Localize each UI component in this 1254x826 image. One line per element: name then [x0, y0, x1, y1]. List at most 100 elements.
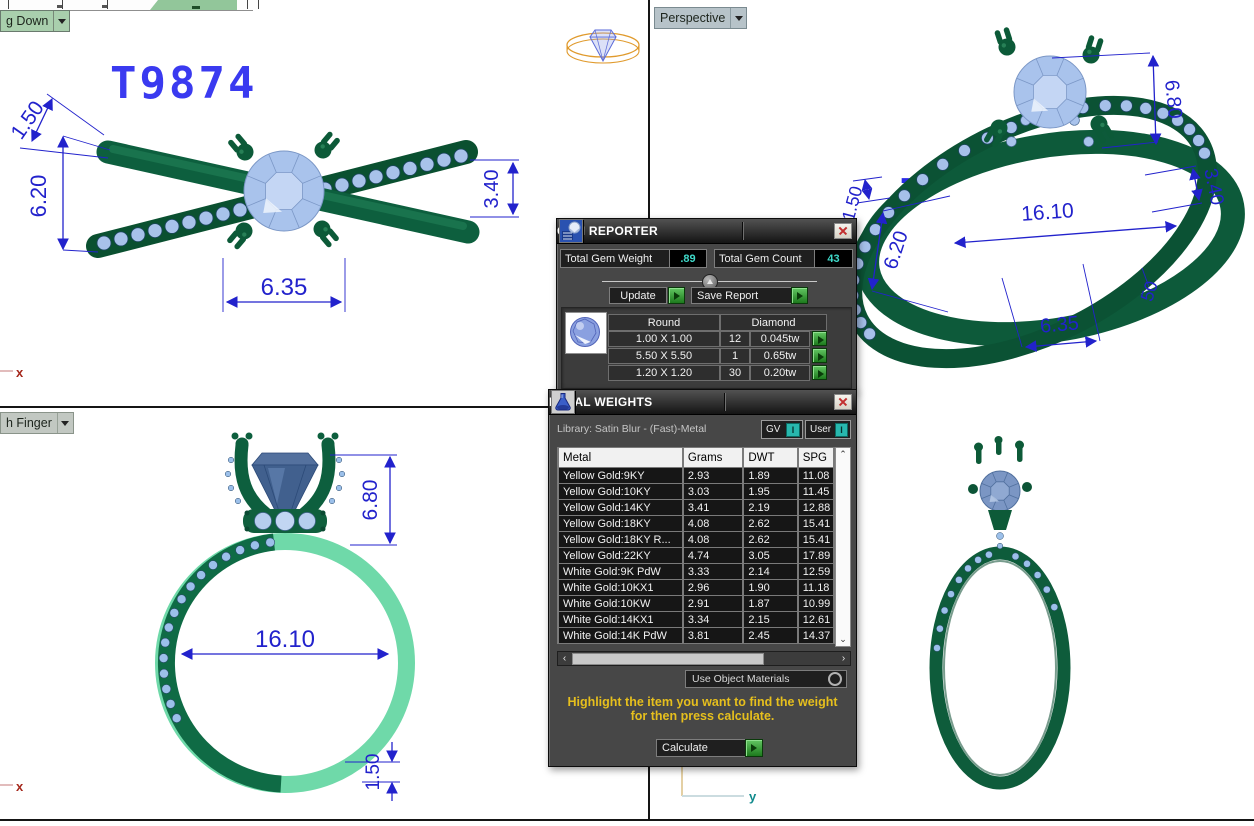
viewport-canvas-looking-down[interactable]: T9874 1.50 6.20 3.40 6.35: [0, 0, 648, 406]
metal-weights-table: Metal Grams DWT SPG Yellow Gold:9KY2.931…: [557, 447, 835, 644]
gem-reporter-titlebar[interactable]: GEM REPORTER: [557, 219, 856, 244]
scroll-up-icon[interactable]: ⌃: [836, 448, 850, 461]
col-grams: Grams: [684, 448, 742, 467]
table-row[interactable]: White Gold:10KW2.911.8710.99: [559, 596, 833, 611]
table-row[interactable]: White Gold:10KX12.961.9011.18: [559, 580, 833, 595]
x-axis-label: x: [16, 365, 24, 380]
gem-row-size[interactable]: 5.50 X 5.50: [608, 348, 720, 364]
table-row[interactable]: Yellow Gold:18KY4.082.6215.41: [559, 516, 833, 531]
gem-reporter-body: Total Gem Weight .89 Total Gem Count 43 …: [557, 244, 856, 392]
close-icon[interactable]: [834, 223, 852, 239]
total-gem-count-label: Total Gem Count: [714, 249, 818, 268]
gem-thumbnail[interactable]: [565, 312, 607, 354]
view-dropdown-perspective[interactable]: Perspective: [654, 7, 747, 29]
radio-icon[interactable]: [828, 672, 842, 686]
active-view-tab[interactable]: [150, 0, 237, 10]
dim-6-35: 6.35: [1039, 312, 1080, 337]
dim-6-80: 6.80: [1160, 79, 1186, 120]
dim-16-10: 16.10: [1021, 199, 1075, 226]
dim-6-35: 6.35: [261, 274, 308, 301]
save-report-button[interactable]: Save Report: [691, 287, 794, 304]
table-header-row: Metal Grams DWT SPG: [559, 448, 833, 467]
gv-indicator-icon: I: [786, 423, 800, 437]
y-axis-label: y: [749, 789, 757, 804]
table-row[interactable]: White Gold:9K PdW3.332.1412.59: [559, 564, 833, 579]
ring-side-view: [934, 436, 1065, 783]
gem-row-count[interactable]: 1: [720, 348, 750, 364]
center-stone: [1014, 56, 1086, 128]
total-gem-weight-label: Total Gem Weight: [560, 249, 673, 268]
x-axis-label: x: [16, 779, 24, 794]
col-dwt: DWT: [744, 448, 796, 467]
user-indicator-icon: I: [835, 423, 848, 437]
view-dropdown-label: g Down: [1, 14, 53, 28]
dim-6-20: 6.20: [26, 175, 51, 218]
update-go-button[interactable]: [668, 287, 685, 304]
dim-16-10: 16.10: [255, 626, 315, 653]
metal-weights-titlebar[interactable]: METAL WEIGHTS: [549, 390, 856, 415]
gem-row-go-button[interactable]: [812, 348, 827, 363]
chevron-down-icon[interactable]: [53, 11, 69, 31]
gv-button[interactable]: GVI: [761, 420, 803, 439]
table-horizontal-scrollbar[interactable]: ‹ ›: [557, 651, 851, 666]
dim-3-40: 3.40: [481, 170, 503, 209]
view-tab-strip[interactable]: [0, 0, 260, 10]
chevron-down-icon[interactable]: [730, 8, 746, 28]
window-bottom-border: [0, 819, 1254, 821]
library-label: Library: Satin Blur - (Fast)-Metal: [557, 423, 706, 435]
use-object-materials-button[interactable]: Use Object Materials: [685, 670, 847, 688]
table-vertical-scrollbar[interactable]: ⌃ ⌄: [835, 447, 851, 647]
gem-row-weight[interactable]: 0.045tw: [750, 331, 810, 347]
calculate-hint-text: Highlight the item you want to find the …: [549, 696, 856, 723]
ring-head: [225, 433, 345, 534]
scroll-right-icon[interactable]: ›: [837, 652, 850, 665]
view-dropdown-looking-down[interactable]: g Down: [0, 10, 70, 32]
user-button[interactable]: UserI: [805, 420, 851, 439]
gem-column-type-header: Diamond: [720, 314, 827, 331]
table-row[interactable]: Yellow Gold:22KY4.743.0517.89: [559, 548, 833, 563]
col-spg: SPG: [799, 448, 833, 467]
table-row[interactable]: Yellow Gold:9KY2.931.8911.08: [559, 468, 833, 483]
gem-row-count[interactable]: 30: [720, 365, 750, 381]
dim-1-50: 1.50: [363, 754, 384, 791]
view-dropdown-label: Perspective: [655, 11, 730, 25]
save-report-go-button[interactable]: [791, 287, 808, 304]
gem-row-weight[interactable]: 0.20tw: [750, 365, 810, 381]
chevron-down-icon[interactable]: [57, 413, 73, 433]
table-row[interactable]: White Gold:14KX13.342.1512.61: [559, 612, 833, 627]
total-gem-weight-value: .89: [669, 249, 707, 268]
calculate-button[interactable]: Calculate: [656, 739, 749, 757]
table-row[interactable]: Yellow Gold:14KY3.412.1912.88: [559, 500, 833, 515]
table-row[interactable]: Yellow Gold:10KY3.031.9511.45: [559, 484, 833, 499]
model-number-label: T9874: [110, 58, 257, 109]
application-window: T9874 1.50 6.20 3.40 6.35: [0, 0, 1254, 826]
view-dropdown-label: h Finger: [1, 416, 57, 430]
gem-row-go-button[interactable]: [812, 331, 827, 346]
gem-reporter-icon: [559, 219, 583, 243]
gem-column-shape-header: Round: [608, 314, 720, 331]
center-stone-crown: [252, 453, 318, 465]
gem-row-count[interactable]: 12: [720, 331, 750, 347]
view-dropdown-through-finger[interactable]: h Finger: [0, 412, 74, 434]
close-icon[interactable]: [834, 394, 852, 410]
calculate-go-button[interactable]: [745, 739, 763, 757]
wireframe-ring-icon: [567, 30, 639, 63]
metal-weights-body: Library: Satin Blur - (Fast)-Metal GVI U…: [549, 415, 856, 767]
update-button[interactable]: Update: [609, 287, 667, 304]
metal-weights-panel: METAL WEIGHTS Library: Satin Blur - (Fas…: [548, 389, 857, 767]
gem-row-size[interactable]: 1.20 X 1.20: [608, 365, 720, 381]
gem-row-size[interactable]: 1.00 X 1.00: [608, 331, 720, 347]
table-row[interactable]: White Gold:14K PdW3.812.4514.37: [559, 628, 833, 643]
gem-row-go-button[interactable]: [812, 365, 827, 380]
scroll-down-icon[interactable]: ⌄: [836, 633, 850, 646]
table-row[interactable]: Yellow Gold:18KY R...4.082.6215.41: [559, 532, 833, 547]
gem-table-inset: Round Diamond 1.00 X 1.00 12 0.045tw 5.5…: [561, 307, 852, 389]
ring-shank-dark: [166, 542, 281, 784]
center-stone: [244, 151, 324, 231]
total-gem-count-value: 43: [814, 249, 853, 268]
scrollbar-thumb[interactable]: [572, 653, 764, 665]
scroll-left-icon[interactable]: ‹: [558, 652, 571, 665]
gem-reporter-panel: GEM REPORTER Total Gem Weight .89 Total …: [556, 218, 857, 392]
gem-row-weight[interactable]: 0.65tw: [750, 348, 810, 364]
dim-6-80: 6.80: [359, 480, 382, 521]
